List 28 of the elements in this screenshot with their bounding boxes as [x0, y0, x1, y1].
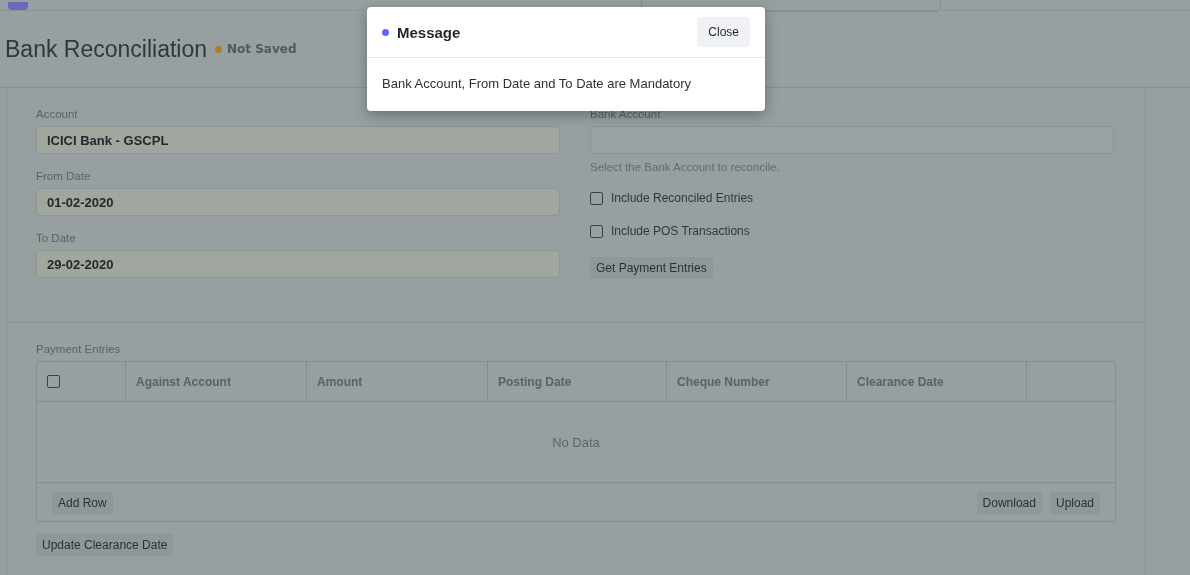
table-label: Payment Entries: [36, 343, 122, 355]
field-label: From Date: [36, 170, 92, 182]
page-title: Bank Reconciliation: [5, 35, 207, 63]
dialog-title: Message: [382, 23, 461, 41]
field-label: Account: [36, 108, 79, 120]
field-label: To Date: [36, 232, 77, 244]
table-action-button[interactable]: Upload: [1049, 492, 1100, 514]
column-header: Clearance Date: [846, 362, 1026, 401]
checkbox-label: Include Reconciled Entries: [611, 191, 754, 205]
input-field[interactable]: ICICI Bank - GSCPL: [36, 126, 560, 154]
status-indicator: Not Saved: [215, 42, 297, 56]
close-button[interactable]: Close: [697, 17, 750, 47]
empty-message: No Data: [552, 434, 600, 450]
checkbox[interactable]: [590, 191, 603, 205]
select-all-checkbox[interactable]: [47, 375, 60, 388]
checkbox[interactable]: [590, 224, 603, 238]
dialog-message: Bank Account, From Date and To Date are Mandatory: [381, 75, 693, 93]
checkbox-label: Include POS Transactions: [611, 224, 750, 238]
column-header: Against Account: [125, 362, 306, 401]
column-header: Posting Date: [487, 362, 666, 401]
update-clearance-button[interactable]: Update Clearance Date: [36, 534, 174, 556]
column-header: Amount: [306, 362, 487, 401]
input-field[interactable]: 29-02-2020: [36, 250, 560, 278]
get-entries-button[interactable]: Get Payment Entries: [590, 257, 713, 279]
add-row-button[interactable]: Add Row: [52, 492, 113, 514]
table-action-button[interactable]: Download: [976, 492, 1042, 514]
column-header: Cheque Number: [666, 362, 846, 401]
input-field[interactable]: 01-02-2020: [36, 188, 560, 216]
